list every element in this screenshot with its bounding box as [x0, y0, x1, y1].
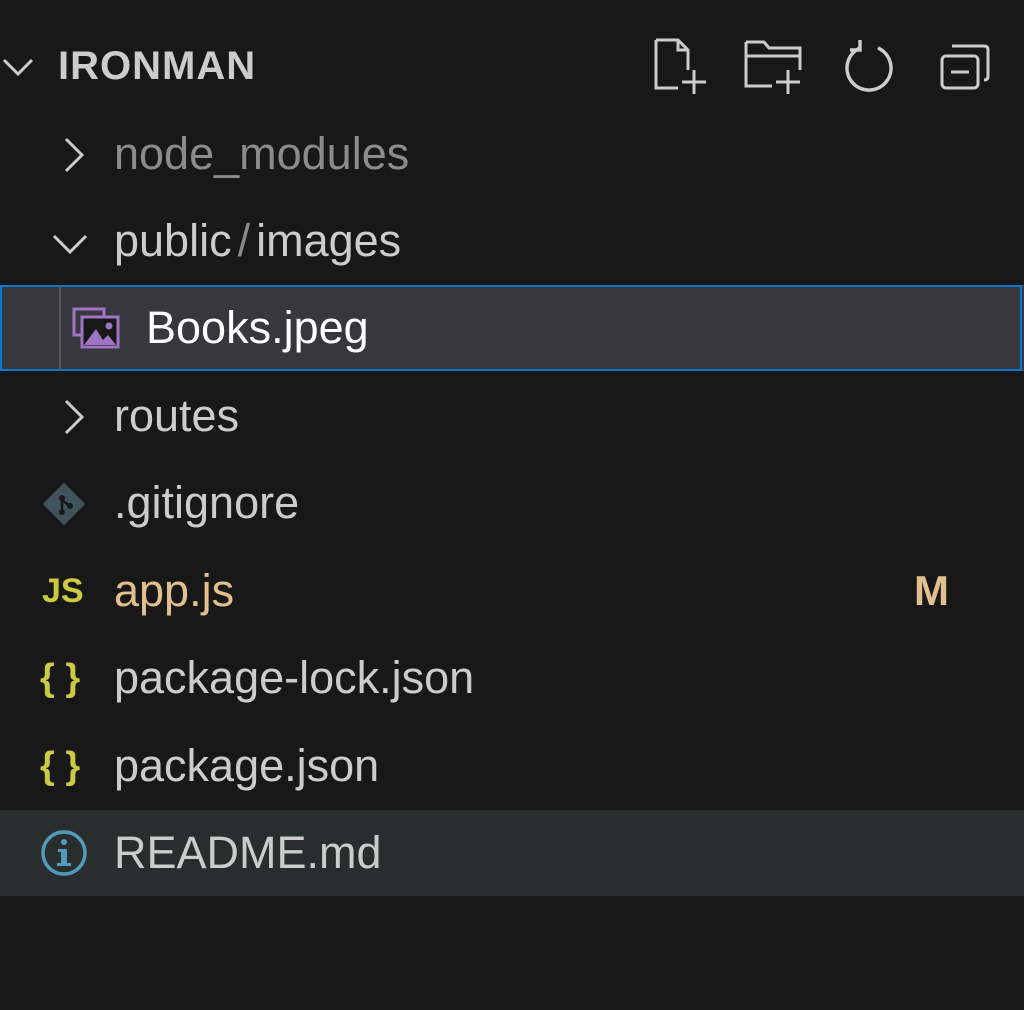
- new-file-icon[interactable]: [650, 36, 714, 100]
- tree-item-app-js[interactable]: JS app.js M: [0, 548, 1024, 634]
- path-separator: /: [237, 215, 251, 266]
- tree-item-label: package-lock.json: [114, 652, 475, 703]
- tree-item-package-lock-json[interactable]: { } package-lock.json: [0, 635, 1024, 721]
- image-file-icon: [72, 307, 120, 349]
- info-icon: [41, 830, 87, 876]
- tree-item-routes[interactable]: routes: [0, 373, 1024, 459]
- tree-item-label: routes: [114, 390, 240, 441]
- tree-item-label: public / images: [114, 198, 401, 284]
- tree-item-label: Books.jpeg: [146, 302, 369, 353]
- tree-item-gitignore[interactable]: .gitignore: [0, 460, 1024, 546]
- file-explorer: IRONMAN node_modules public / images Boo…: [0, 0, 1024, 1010]
- new-folder-icon[interactable]: [742, 36, 806, 100]
- tree-item-label: .gitignore: [114, 477, 300, 528]
- tree-item-label: node_modules: [114, 128, 410, 179]
- chevron-right-icon: [64, 399, 85, 435]
- tree-item-package-json[interactable]: { } package.json: [0, 723, 1024, 809]
- tree-item-label: app.js: [114, 565, 235, 616]
- folder-segment-public[interactable]: public: [114, 215, 232, 266]
- json-file-icon: { }: [40, 657, 81, 699]
- json-file-icon: { }: [40, 745, 81, 787]
- tree-item-label: README.md: [114, 827, 382, 878]
- git-icon: [42, 482, 86, 526]
- js-file-icon: JS: [42, 572, 84, 610]
- chevron-down-icon[interactable]: [0, 46, 40, 86]
- chevron-down-icon: [52, 234, 88, 255]
- tree-item-books-jpeg[interactable]: Books.jpeg: [0, 285, 1024, 371]
- workspace-title[interactable]: IRONMAN: [58, 44, 256, 88]
- git-modified-badge: M: [914, 567, 949, 614]
- tree-item-public-images[interactable]: public / images: [0, 198, 1024, 284]
- tree-item-readme-md[interactable]: README.md: [0, 810, 1024, 896]
- tree-item-node-modules[interactable]: node_modules: [0, 111, 1024, 197]
- indent-guide: [59, 285, 61, 371]
- collapse-all-icon[interactable]: [934, 36, 998, 100]
- folder-segment-images[interactable]: images: [256, 215, 401, 266]
- refresh-icon[interactable]: [836, 36, 900, 100]
- explorer-header[interactable]: IRONMAN: [0, 22, 1024, 108]
- tree-item-label: package.json: [114, 740, 380, 791]
- chevron-right-icon: [64, 137, 85, 173]
